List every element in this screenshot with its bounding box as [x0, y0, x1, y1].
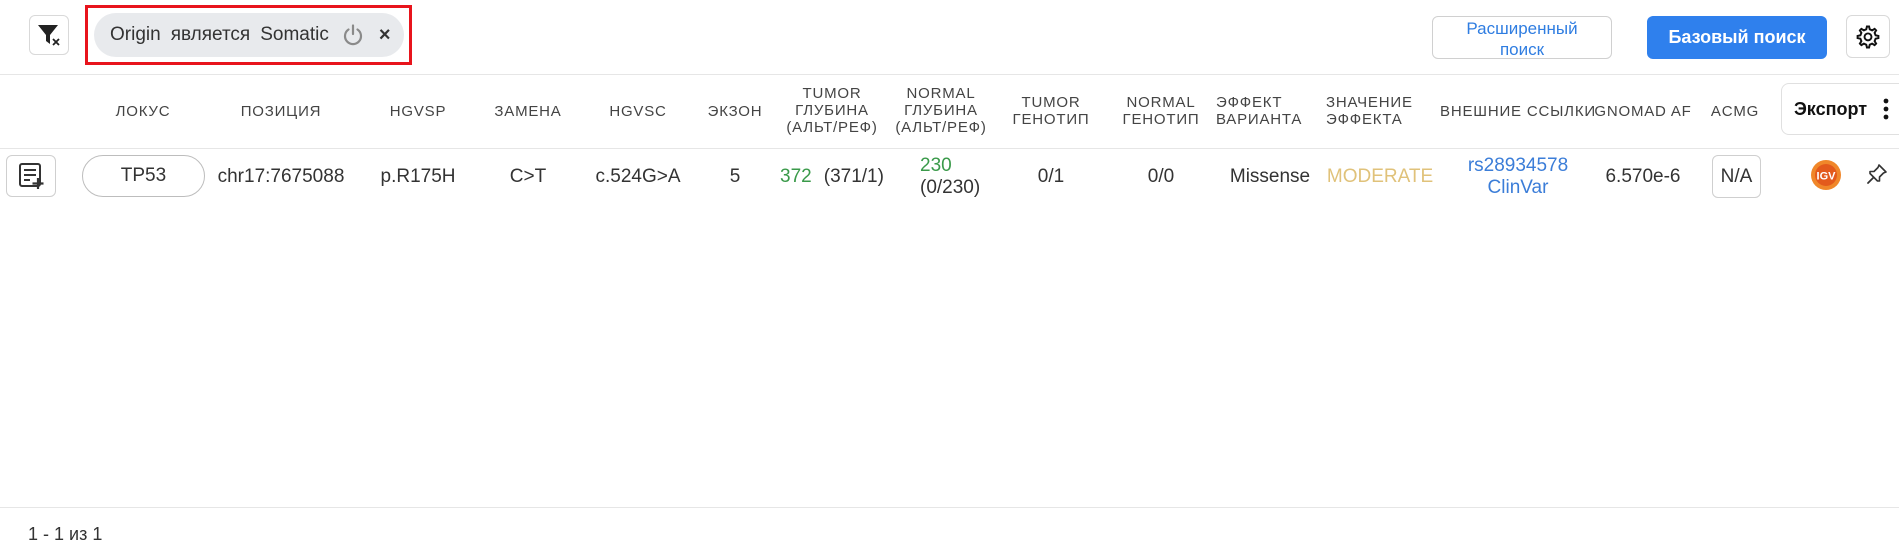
pin-icon[interactable]: [1865, 162, 1889, 186]
advanced-search-button[interactable]: Расширенный поиск: [1432, 16, 1612, 59]
col-variant-effect-l2: ВАРИАНТА: [1216, 111, 1303, 128]
igv-icon-label: IGV: [1817, 171, 1837, 183]
dbsnp-link[interactable]: rs28934578: [1468, 155, 1568, 177]
filter-operator: является: [170, 24, 251, 45]
cell-substitution: C>T: [509, 166, 547, 187]
cell-external-links: rs28934578 ClinVar: [1468, 149, 1568, 205]
advanced-search-label-line1: Расширенный: [1466, 19, 1578, 38]
cell-variant-effect: Missense: [1229, 166, 1311, 187]
acmg-badge[interactable]: N/A: [1712, 155, 1761, 198]
cell-tumor-genotype: 0/1: [1037, 166, 1065, 187]
tumor-depth-altref: (371/1): [823, 166, 884, 187]
col-external-links[interactable]: ВНЕШНИЕ ССЫЛКИ: [1440, 103, 1596, 120]
pagination-label: 1 - 1 из 1: [28, 524, 103, 544]
col-gnomad-af[interactable]: GNOMAD AF: [1594, 103, 1691, 120]
add-note-icon: [19, 163, 44, 189]
power-icon[interactable]: [341, 23, 365, 47]
cell-normal-depth: 230 (0/230): [920, 149, 980, 205]
cell-effect-impact: MODERATE: [1326, 166, 1434, 187]
col-normal-depth-l2: ГЛУБИНА: [904, 102, 978, 119]
toolbar: Origin является Somatic × Расширенный по…: [0, 0, 1899, 75]
normal-depth-altref: (0/230): [920, 177, 981, 198]
col-tumor-depth[interactable]: TUMOR ГЛУБИНА (АЛЬТ/РЕФ): [786, 85, 877, 136]
col-substitution[interactable]: ЗАМЕНА: [494, 103, 561, 120]
filter-value: Somatic: [260, 24, 329, 45]
col-variant-effect-l1: ЭФФЕКТ: [1216, 94, 1283, 111]
cell-position: chr17:7675088: [217, 166, 345, 187]
col-normal-genotype-l2: ГЕНОТИП: [1122, 111, 1200, 128]
filter-clear-icon: [38, 25, 60, 46]
table-footer: 1 - 1 из 1: [0, 507, 1899, 553]
tumor-depth-total: 372: [780, 166, 812, 187]
col-tumor-genotype-l1: TUMOR: [1021, 94, 1081, 111]
col-exon[interactable]: ЭКЗОН: [708, 103, 763, 120]
col-acmg[interactable]: ACMG: [1711, 103, 1759, 120]
filter-chip[interactable]: Origin является Somatic ×: [94, 13, 404, 57]
cell-hgvsc: c.524G>A: [595, 166, 681, 187]
col-variant-effect[interactable]: ЭФФЕКТ ВАРИАНТА: [1216, 94, 1302, 128]
export-label: Экспорт: [1794, 98, 1868, 119]
gene-pill[interactable]: TP53: [82, 155, 205, 197]
col-position[interactable]: ПОЗИЦИЯ: [241, 103, 322, 120]
col-normal-depth-l3: (АЛЬТ/РЕФ): [895, 119, 987, 136]
col-normal-depth-l1: NORMAL: [906, 85, 976, 102]
col-effect-impact-l2: ЭФФЕКТА: [1326, 111, 1403, 128]
add-note-button[interactable]: [6, 155, 56, 197]
col-tumor-depth-l1: TUMOR: [802, 85, 862, 102]
col-normal-genotype-l1: NORMAL: [1126, 94, 1196, 111]
col-tumor-genotype[interactable]: TUMOR ГЕНОТИП: [1013, 94, 1090, 128]
clear-filters-button[interactable]: [29, 15, 69, 55]
col-hgvsp[interactable]: HGVSP: [390, 103, 447, 120]
advanced-search-label-line2: поиск: [1499, 40, 1545, 59]
cell-tumor-depth: 372 (371/1): [780, 149, 884, 205]
cell-exon: 5: [729, 166, 741, 187]
col-tumor-genotype-l2: ГЕНОТИП: [1012, 111, 1090, 128]
col-locus[interactable]: ЛОКУС: [116, 103, 171, 120]
col-effect-impact-l1: ЗНАЧЕНИЕ: [1326, 94, 1413, 111]
table-row[interactable]: TP53 chr17:7675088 p.R175H C>T c.524G>A …: [0, 149, 1899, 205]
col-normal-genotype[interactable]: NORMAL ГЕНОТИП: [1123, 94, 1200, 128]
clinvar-link[interactable]: ClinVar: [1488, 177, 1549, 199]
col-normal-depth[interactable]: NORMAL ГЛУБИНА (АЛЬТ/РЕФ): [895, 85, 986, 136]
col-hgvsc[interactable]: HGVSC: [609, 103, 666, 120]
cell-gnomad-af: 6.570e-6: [1605, 166, 1681, 187]
table-header: ЛОКУС ПОЗИЦИЯ HGVSP ЗАМЕНА HGVSC ЭКЗОН T…: [0, 75, 1899, 149]
col-tumor-depth-l3: (АЛЬТ/РЕФ): [786, 119, 878, 136]
col-effect-impact[interactable]: ЗНАЧЕНИЕ ЭФФЕКТА: [1326, 94, 1413, 128]
more-vertical-icon: [1883, 98, 1889, 120]
cell-normal-genotype: 0/0: [1147, 166, 1175, 187]
igv-icon[interactable]: IGV: [1810, 159, 1842, 191]
basic-search-button[interactable]: Базовый поиск: [1647, 16, 1827, 59]
settings-gear-icon: [1856, 25, 1880, 48]
filter-field: Origin: [110, 24, 161, 45]
export-button[interactable]: Экспорт: [1781, 83, 1899, 135]
normal-depth-total: 230: [920, 155, 952, 176]
settings-button[interactable]: [1846, 15, 1890, 58]
cell-hgvsp: p.R175H: [380, 166, 456, 187]
close-icon[interactable]: ×: [379, 24, 391, 47]
col-tumor-depth-l2: ГЛУБИНА: [795, 102, 869, 119]
